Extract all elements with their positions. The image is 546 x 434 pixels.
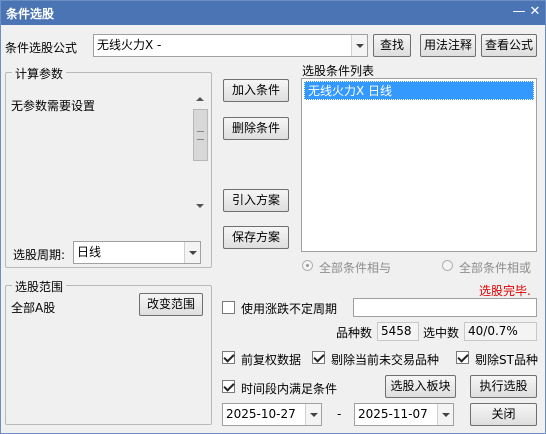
range-value: 全部A股: [11, 301, 56, 315]
start-date-picker[interactable]: 2025-10-27: [222, 403, 322, 426]
to-block-button[interactable]: 选股入板块: [385, 375, 456, 398]
logic-and-radio[interactable]: [302, 260, 313, 271]
close-icon[interactable]: ✕: [527, 4, 543, 20]
list-item[interactable]: 无线火力X 日线: [304, 81, 534, 100]
exclude-st-checkbox[interactable]: [456, 351, 469, 364]
uncertain-period-input[interactable]: [353, 298, 537, 317]
params-text: 无参数需要设置: [11, 99, 96, 113]
save-plan-button[interactable]: 保存方案: [223, 226, 289, 249]
minimize-icon[interactable]: —: [511, 4, 527, 20]
chevron-down-icon[interactable]: [305, 404, 321, 425]
window-title: 条件选股: [6, 7, 55, 21]
logic-or-label: 全部条件相或: [459, 261, 532, 275]
count-label: 品种数: [336, 326, 373, 340]
exclude-st-label: 剔除ST品种: [475, 353, 538, 367]
date-separator: -: [337, 407, 342, 421]
chevron-down-icon[interactable]: [184, 242, 200, 263]
title-bar: 条件选股 — ✕: [1, 1, 545, 25]
change-range-button[interactable]: 改变范围: [139, 293, 203, 316]
prior-rights-checkbox[interactable]: [222, 351, 235, 364]
start-date-value: 2025-10-27: [226, 407, 296, 421]
uncertain-period-checkbox[interactable]: [222, 301, 235, 314]
formula-select-value: 无线火力X -: [97, 38, 162, 52]
logic-and-label: 全部条件相与: [319, 261, 392, 275]
find-button[interactable]: 查找: [373, 34, 411, 57]
selected-value: 40/0.7%: [464, 322, 537, 341]
delete-condition-button[interactable]: 删除条件: [223, 117, 289, 140]
time-range-checkbox[interactable]: [222, 380, 235, 393]
chevron-down-icon[interactable]: [437, 404, 453, 425]
period-label: 选股周期:: [13, 248, 66, 262]
formula-label: 条件选股公式: [5, 41, 78, 55]
params-scrollbar[interactable]: [192, 91, 209, 215]
close-button[interactable]: 关闭: [470, 403, 537, 426]
scroll-thumb[interactable]: [193, 109, 208, 161]
execute-selection-button[interactable]: 执行选股: [470, 375, 537, 398]
period-select[interactable]: 日线: [73, 241, 201, 264]
end-date-value: 2025-11-07: [358, 407, 428, 421]
period-select-value: 日线: [77, 245, 102, 259]
condition-selection-dialog: 条件选股 — ✕ 条件选股公式 无线火力X - 查找 用法注释 查看公式 计算参…: [0, 0, 546, 434]
import-plan-button[interactable]: 引入方案: [223, 189, 289, 212]
formula-select[interactable]: 无线火力X -: [93, 34, 368, 57]
end-date-picker[interactable]: 2025-11-07: [354, 403, 454, 426]
chevron-down-icon[interactable]: [351, 35, 367, 56]
add-condition-button[interactable]: 加入条件: [223, 79, 289, 102]
prior-rights-label: 前复权数据: [241, 353, 302, 367]
scroll-down-icon[interactable]: [192, 198, 209, 215]
time-range-label: 时间段内满足条件: [241, 382, 338, 396]
selected-label: 选中数: [423, 326, 460, 340]
view-formula-button[interactable]: 查看公式: [481, 34, 537, 57]
conditions-list[interactable]: 无线火力X 日线: [301, 78, 537, 252]
uncertain-period-label: 使用涨跌不定周期: [241, 302, 338, 316]
logic-or-radio[interactable]: [442, 260, 453, 271]
exclude-untraded-label: 剔除当前未交易品种: [331, 353, 440, 367]
scroll-up-icon[interactable]: [192, 91, 209, 108]
exclude-untraded-checkbox[interactable]: [312, 351, 325, 364]
conditions-list-label: 选股条件列表: [302, 64, 375, 78]
count-value: 5458: [377, 322, 419, 341]
usage-notes-button[interactable]: 用法注释: [420, 34, 476, 57]
range-group-label: 选股范围: [12, 278, 67, 295]
status-text: 选股完毕.: [479, 284, 531, 298]
params-group-label: 计算参数: [12, 65, 67, 82]
